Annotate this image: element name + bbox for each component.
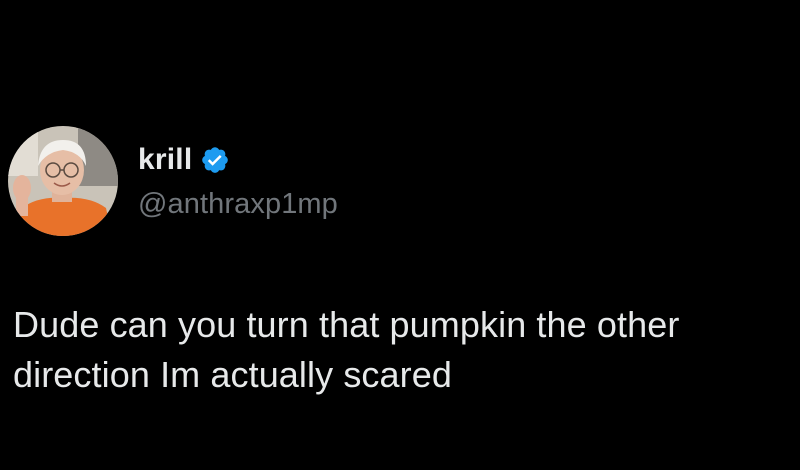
display-name-row: krill — [138, 142, 338, 178]
display-name[interactable]: krill — [138, 143, 192, 177]
handle[interactable]: @anthraxp1mp — [138, 188, 338, 221]
tweet-text: Dude can you turn that pumpkin the other… — [13, 304, 680, 395]
avatar[interactable] — [8, 126, 118, 236]
tweet-screenshot: krill @anthraxp1mp Dude can you turn tha… — [0, 0, 800, 470]
avatar-photo-icon — [8, 126, 118, 236]
tweet-author: krill @anthraxp1mp — [8, 126, 338, 236]
author-names: krill @anthraxp1mp — [138, 142, 338, 221]
verified-badge-icon — [200, 145, 230, 175]
